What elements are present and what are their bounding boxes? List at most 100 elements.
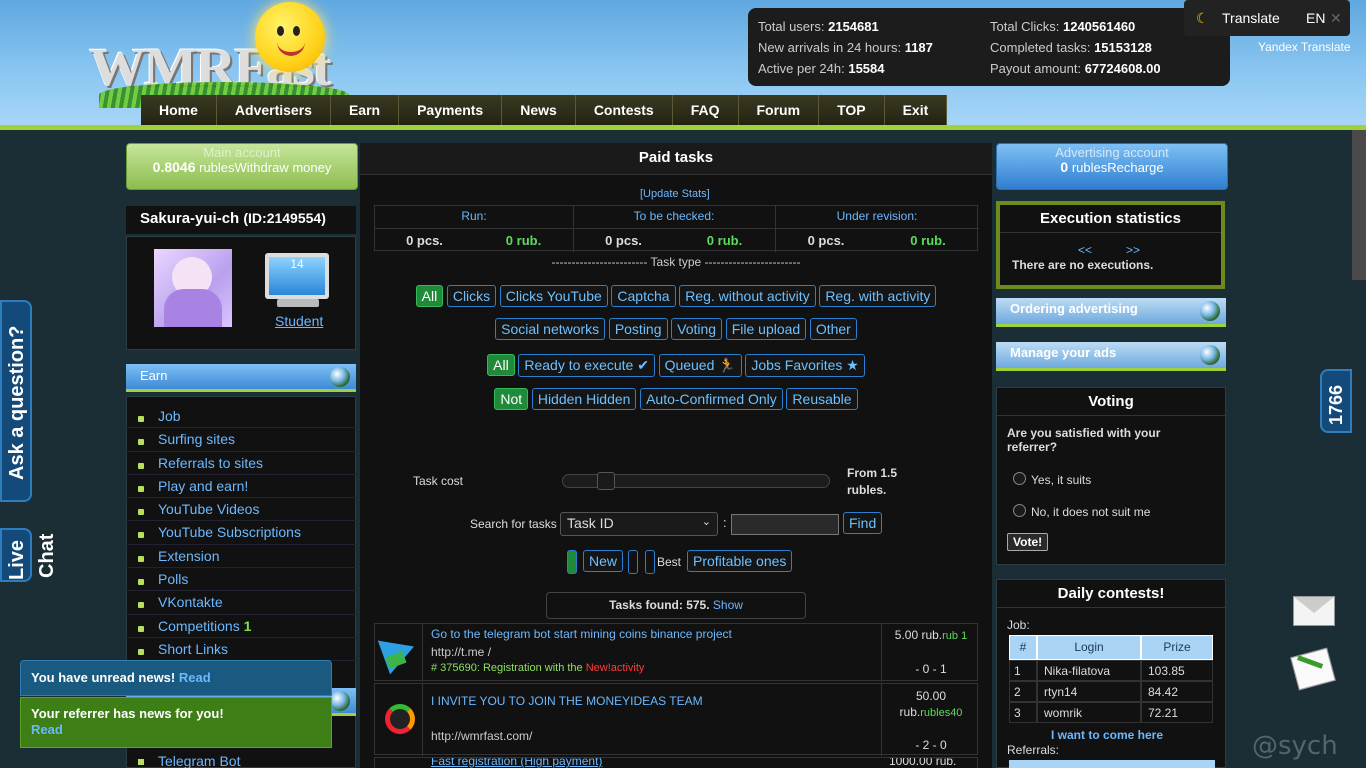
- nav-earn[interactable]: Earn: [330, 95, 400, 125]
- menu-item-polls[interactable]: Polls: [126, 568, 356, 592]
- main-account-box[interactable]: Main account 0.8046 rublesWithdraw money: [126, 143, 358, 190]
- menu-item-extension[interactable]: Extension: [126, 545, 356, 569]
- type-clicks-youtube[interactable]: Clicks YouTube: [499, 285, 608, 307]
- user-status-link[interactable]: Student: [275, 313, 323, 329]
- scrollbar-thumb[interactable]: [1352, 130, 1366, 280]
- menu-item-surfing[interactable]: Surfing sites: [126, 428, 356, 452]
- menu-item-telegram[interactable]: Telegram Bot: [158, 753, 240, 768]
- vote-yes-radio[interactable]: [1013, 472, 1026, 485]
- filter-not[interactable]: Not: [494, 388, 529, 410]
- type-social[interactable]: Social networks: [495, 318, 606, 340]
- menu-link[interactable]: Competitions: [158, 618, 240, 634]
- earn-menu-header[interactable]: Earn: [126, 364, 356, 392]
- menu-link[interactable]: Telegram Bot: [158, 753, 240, 768]
- task-title[interactable]: I INVITE YOU TO JOIN THE MONEYIDEAS TEAM: [431, 694, 703, 708]
- mail-icon[interactable]: [1293, 596, 1335, 626]
- menu-link[interactable]: Short Links: [158, 641, 228, 657]
- menu-link[interactable]: VKontakte: [158, 594, 223, 610]
- vote-yes-label[interactable]: Yes, it suits: [1031, 473, 1091, 487]
- nav-top[interactable]: TOP: [819, 95, 885, 125]
- sort-toggle-2[interactable]: [645, 550, 655, 574]
- nav-forum[interactable]: Forum: [738, 95, 820, 125]
- menu-link[interactable]: Polls: [158, 571, 188, 587]
- type-posting[interactable]: Posting: [608, 318, 668, 340]
- menu-link[interactable]: Play and earn!: [158, 478, 248, 494]
- task-row[interactable]: I INVITE YOU TO JOIN THE MONEYIDEAS TEAM…: [374, 683, 978, 756]
- menu-item-vkontakte[interactable]: VKontakte: [126, 591, 356, 615]
- filter-reusable[interactable]: Reusable: [786, 388, 858, 410]
- task-row[interactable]: Go to the telegram bot start mining coin…: [374, 623, 978, 682]
- search-type-select[interactable]: Task ID ⌄: [560, 512, 718, 536]
- filter-queued[interactable]: Queued 🏃: [658, 354, 742, 377]
- advertising-account-box[interactable]: Advertising account 0 rublesRecharge: [996, 143, 1228, 190]
- nav-contests[interactable]: Contests: [575, 95, 673, 125]
- menu-link[interactable]: Surfing sites: [158, 431, 235, 447]
- type-clicks[interactable]: Clicks: [446, 285, 497, 307]
- search-find-button[interactable]: Find: [843, 512, 883, 534]
- translate-label[interactable]: Translate: [1222, 0, 1280, 36]
- menu-item-short-links[interactable]: Short Links: [126, 638, 356, 662]
- type-other[interactable]: Other: [809, 318, 857, 340]
- type-reg-without[interactable]: Reg. without activity: [679, 285, 816, 307]
- recharge-link[interactable]: Recharge: [1107, 160, 1163, 175]
- task-title[interactable]: Go to the telegram bot start mining coin…: [431, 627, 732, 641]
- online-counter-tab[interactable]: 1766: [1320, 369, 1352, 433]
- type-captcha[interactable]: Captcha: [611, 285, 676, 307]
- type-voting[interactable]: Voting: [671, 318, 723, 340]
- filter-hidden[interactable]: Hidden Hidden: [531, 388, 637, 410]
- menu-item-referrals[interactable]: Referrals to sites: [126, 452, 356, 475]
- task-row[interactable]: Fast registration (High payment) 1000.00…: [374, 757, 978, 768]
- menu-link[interactable]: Referrals to sites: [158, 455, 263, 471]
- exec-prev[interactable]: <<: [1078, 243, 1092, 257]
- filter-all[interactable]: All: [487, 354, 515, 376]
- menu-link[interactable]: Extension: [158, 548, 219, 564]
- search-input[interactable]: [731, 514, 839, 535]
- task-cost-slider[interactable]: [562, 472, 830, 490]
- task-title[interactable]: Fast registration (High payment): [431, 758, 602, 768]
- menu-link[interactable]: YouTube Videos: [158, 501, 259, 517]
- filter-favorites[interactable]: Jobs Favorites ★: [745, 354, 865, 377]
- want-to-come-link[interactable]: I want to come here: [1051, 728, 1163, 742]
- type-all[interactable]: All: [415, 285, 444, 307]
- filter-ready[interactable]: Ready to execute ✔: [518, 354, 655, 377]
- sort-toggle-1[interactable]: [628, 550, 638, 574]
- menu-link[interactable]: YouTube Subscriptions: [158, 524, 301, 540]
- menu-item-youtube-videos[interactable]: YouTube Videos: [126, 498, 356, 522]
- nav-news[interactable]: News: [502, 95, 576, 125]
- sort-new-button[interactable]: New: [583, 550, 624, 572]
- live-chat-tab[interactable]: Live: [0, 528, 32, 582]
- manage-ads-button[interactable]: Manage your ads: [996, 342, 1226, 371]
- withdraw-link[interactable]: Withdraw money: [235, 160, 332, 175]
- notepad-icon[interactable]: [1290, 647, 1336, 691]
- menu-item-play[interactable]: Play and earn!: [126, 475, 356, 499]
- ref-read-link[interactable]: Read: [31, 722, 63, 737]
- update-stats-link[interactable]: [Update Stats]: [640, 188, 710, 200]
- menu-item-job[interactable]: Job: [126, 405, 356, 429]
- sort-best-label[interactable]: Best: [657, 555, 681, 569]
- news-read-link[interactable]: Read: [179, 670, 211, 685]
- type-file-upload[interactable]: File upload: [725, 318, 807, 340]
- avatar[interactable]: [154, 249, 232, 327]
- nav-payments[interactable]: Payments: [399, 95, 503, 125]
- type-reg-with[interactable]: Reg. with activity: [819, 285, 937, 307]
- ask-question-tab[interactable]: Ask a question?: [0, 300, 32, 502]
- slider-handle[interactable]: [597, 472, 616, 490]
- translate-widget[interactable]: ☾ Translate EN ✕: [1184, 0, 1350, 36]
- nav-exit[interactable]: Exit: [884, 95, 948, 125]
- filter-auto-confirmed[interactable]: Auto-Confirmed Only: [640, 388, 783, 410]
- vote-no-label[interactable]: No, it does not suit me: [1031, 505, 1150, 519]
- vote-button[interactable]: Vote!: [1007, 533, 1049, 551]
- nav-home[interactable]: Home: [141, 95, 217, 125]
- menu-item-youtube-subs[interactable]: YouTube Subscriptions: [126, 521, 356, 545]
- translate-lang[interactable]: EN: [1306, 0, 1325, 36]
- tasks-show-link[interactable]: Show: [713, 598, 743, 612]
- exec-next[interactable]: >>: [1126, 243, 1140, 257]
- nav-faq[interactable]: FAQ: [672, 95, 739, 125]
- yandex-translate-link[interactable]: Yandex Translate: [1258, 40, 1351, 54]
- menu-item-competitions[interactable]: Competitions 1: [126, 615, 356, 638]
- close-icon[interactable]: ✕: [1330, 0, 1342, 36]
- vote-no-radio[interactable]: [1013, 504, 1026, 517]
- username[interactable]: Sakura-yui-ch: [140, 210, 239, 227]
- sort-new-toggle[interactable]: [567, 550, 577, 574]
- ordering-advertising-button[interactable]: Ordering advertising: [996, 298, 1226, 327]
